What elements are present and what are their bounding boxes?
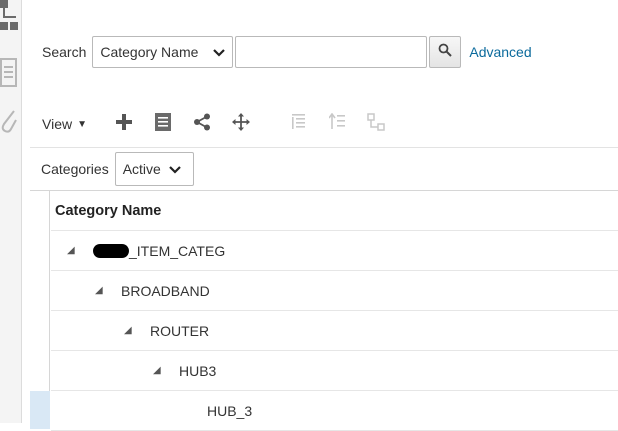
collapse-triangle-icon[interactable]: ◢ [153, 365, 167, 376]
search-icon [438, 43, 453, 62]
expand-all-icon [290, 113, 306, 136]
details-button[interactable] [150, 111, 176, 137]
tree-node-label: ROUTER [150, 322, 210, 339]
table-row[interactable]: ◢ ROUTER [51, 311, 618, 351]
collapse-triangle-icon[interactable]: ◢ [95, 285, 109, 296]
dropdown-triangle-icon: ▼ [77, 118, 87, 130]
search-input[interactable] [235, 36, 428, 68]
share-icon [193, 113, 211, 136]
search-button[interactable] [429, 36, 462, 68]
chevron-down-icon [169, 161, 181, 177]
table-row[interactable]: ◢ BROADBAND [51, 271, 618, 311]
tree-node-label: HUB3 [179, 362, 217, 379]
attachment-icon[interactable] [0, 108, 22, 136]
collapse-triangle-icon[interactable]: ◢ [124, 325, 138, 336]
left-rail [0, 0, 22, 423]
search-field-select[interactable]: Category Name [92, 36, 234, 68]
collapse-all-icon [328, 112, 345, 136]
share-button[interactable] [189, 111, 215, 137]
selected-row-marker [30, 391, 50, 429]
table-row[interactable]: ◢ _ITEM_CATEG [51, 231, 618, 271]
chevron-down-icon [213, 44, 226, 60]
collapse-triangle-icon[interactable]: ◢ [67, 245, 81, 256]
column-header-category-name[interactable]: Category Name [55, 203, 161, 219]
category-tree-table: Category Name ◢ _ITEM_CATEG ◢ BROADBAND … [30, 190, 618, 431]
search-bar: Search Category Name Advanced [42, 35, 532, 69]
categories-filter: Categories Active [41, 152, 194, 186]
categories-select[interactable]: Active [114, 152, 194, 186]
add-button[interactable] [111, 111, 137, 137]
hierarchy-view-button[interactable] [363, 111, 389, 137]
categories-label: Categories [41, 161, 109, 177]
tree-node-label: HUB_3 [207, 402, 253, 419]
view-menu-label: View [42, 116, 73, 132]
search-label: Search [42, 44, 87, 60]
details-icon [155, 112, 171, 136]
search-field-value: Category Name [100, 44, 199, 60]
categories-select-value: Active [122, 161, 161, 177]
table-row[interactable]: ◢ HUB3 [51, 351, 618, 391]
table-row[interactable]: HUB_3 [51, 391, 618, 431]
move-button[interactable] [228, 111, 254, 137]
move-icon [232, 112, 250, 136]
table-header: Category Name [51, 191, 618, 231]
row-header-column [30, 191, 50, 423]
toolbar: View ▼ [42, 110, 402, 138]
toolbar-divider [30, 147, 618, 148]
add-icon [115, 113, 133, 136]
hierarchy-icon[interactable] [0, 0, 22, 34]
collapse-all-button[interactable] [324, 111, 350, 137]
tree-node-label: _ITEM_CATEG [129, 242, 226, 259]
document-icon[interactable] [0, 58, 22, 88]
redaction-mark [93, 243, 129, 258]
advanced-search-link[interactable]: Advanced [469, 44, 531, 60]
hierarchy-view-icon [367, 112, 385, 136]
expand-all-button[interactable] [285, 111, 311, 137]
view-menu[interactable]: View ▼ [42, 116, 87, 132]
tree-node-label: BROADBAND [121, 282, 210, 299]
